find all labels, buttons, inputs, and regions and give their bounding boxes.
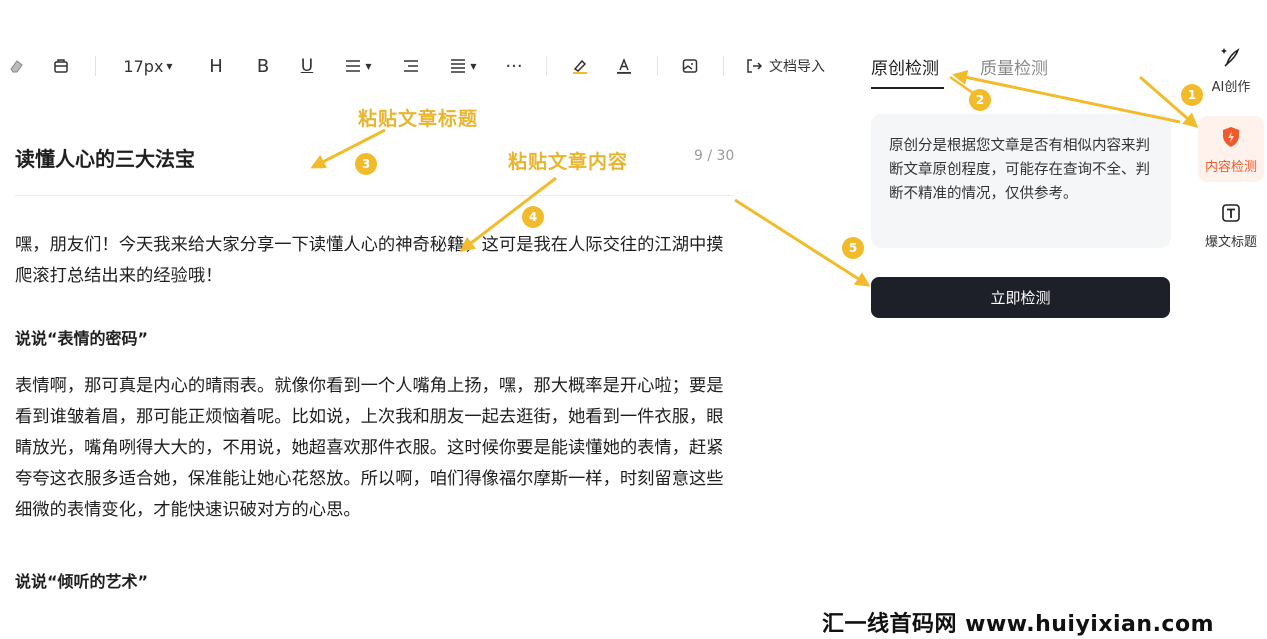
annotation-arrows [310, 70, 1199, 287]
chevron-down-icon: ▼ [166, 61, 173, 71]
underline-button[interactable]: U [296, 48, 318, 84]
heading-button[interactable]: H [205, 48, 227, 84]
underline-label: U [300, 56, 314, 76]
title-char-counter: 9 / 30 [694, 148, 735, 164]
font-size-value: 17px [123, 56, 164, 76]
toolbar-divider [657, 56, 658, 76]
font-color-icon [617, 57, 631, 74]
originality-info-text: 原创分是根据您文章是否有相似内容来判断文章原创程度，可能存在查询不全、判断不精准… [889, 138, 1150, 202]
shield-check-icon [1219, 124, 1243, 150]
highlighter-icon [573, 59, 587, 74]
import-icon [747, 59, 763, 73]
align-icon [451, 59, 466, 73]
heading-label: H [209, 55, 223, 77]
rail-label: 爆文标题 [1204, 235, 1257, 250]
article-paragraph[interactable]: 嘿，朋友们！今天我来给大家分享一下读懂人心的神奇秘籍，这可是我在人际交往的江湖中… [15, 230, 737, 292]
step-badge: 1 [1181, 84, 1203, 106]
title-t-icon [1220, 200, 1242, 225]
more-icon: ··· [505, 55, 523, 77]
font-color-button[interactable] [613, 48, 635, 84]
annotation-paste-content: 粘贴文章内容 [508, 151, 629, 173]
font-size-select[interactable]: 17px ▼ [118, 48, 178, 84]
step-badge: 5 [842, 237, 864, 259]
title-divider [15, 195, 733, 196]
step-badge: 3 [355, 153, 377, 175]
annotation-paste-title: 粘贴文章标题 [358, 108, 479, 130]
rail-item-ai-create[interactable]: AI创作 [1198, 44, 1264, 96]
detect-now-label: 立即检测 [990, 289, 1051, 307]
indent-icon [404, 60, 418, 72]
article-title[interactable]: 读懂人心的三大法宝 [15, 143, 195, 172]
image-icon [682, 59, 698, 73]
format-painter-icon[interactable] [50, 48, 72, 84]
toolbar-divider [95, 56, 96, 76]
step-badge: 2 [969, 89, 991, 111]
toolbar-divider [723, 56, 724, 76]
rail-item-hot-title[interactable]: 爆文标题 [1198, 200, 1264, 250]
tab-quality-check[interactable]: 质量检测 [980, 54, 1048, 79]
site-watermark: 汇一线首码网 www.huiyixian.com [822, 612, 1215, 637]
eraser-icon[interactable] [6, 48, 28, 84]
insert-image-button[interactable] [679, 48, 701, 84]
pen-sparkle-icon [1219, 44, 1243, 70]
highlight-button[interactable] [569, 48, 591, 84]
active-tab-indicator [871, 87, 944, 89]
align-button[interactable]: ▼ [447, 48, 479, 84]
import-label: 文档导入 [769, 59, 825, 75]
detect-now-button[interactable]: 立即检测 [871, 277, 1170, 318]
article-paragraph[interactable]: 表情啊，那可真是内心的晴雨表。就像你看到一个人嘴角上扬，嘿，那大概率是开心啦；要… [15, 371, 737, 526]
bold-button[interactable]: B [252, 48, 274, 84]
more-button[interactable]: ··· [503, 48, 525, 84]
editor-toolbar: 17px ▼ H B U ▼ ▼ ··· 文档导入 [0, 48, 850, 84]
list-icon [346, 60, 361, 72]
toolbar-divider [546, 56, 547, 76]
indent-button[interactable] [400, 48, 422, 84]
originality-info-box: 原创分是根据您文章是否有相似内容来判断文章原创程度，可能存在查询不全、判断不精准… [871, 114, 1171, 248]
rail-label: 内容检测 [1204, 160, 1257, 175]
rail-label: AI创作 [1211, 80, 1251, 95]
chevron-down-icon: ▼ [470, 61, 477, 71]
list-button[interactable]: ▼ [342, 48, 374, 84]
tab-originality-check[interactable]: 原创检测 [871, 54, 939, 79]
article-subheading[interactable]: 说说“倾听的艺术” [15, 568, 148, 592]
import-doc-button[interactable]: 文档导入 [745, 48, 835, 84]
rail-item-content-check[interactable]: 内容检测 [1198, 116, 1264, 182]
bold-label: B [256, 55, 270, 77]
article-subheading[interactable]: 说说“表情的密码” [15, 325, 148, 349]
step-badge: 4 [522, 206, 544, 228]
chevron-down-icon: ▼ [365, 61, 372, 71]
